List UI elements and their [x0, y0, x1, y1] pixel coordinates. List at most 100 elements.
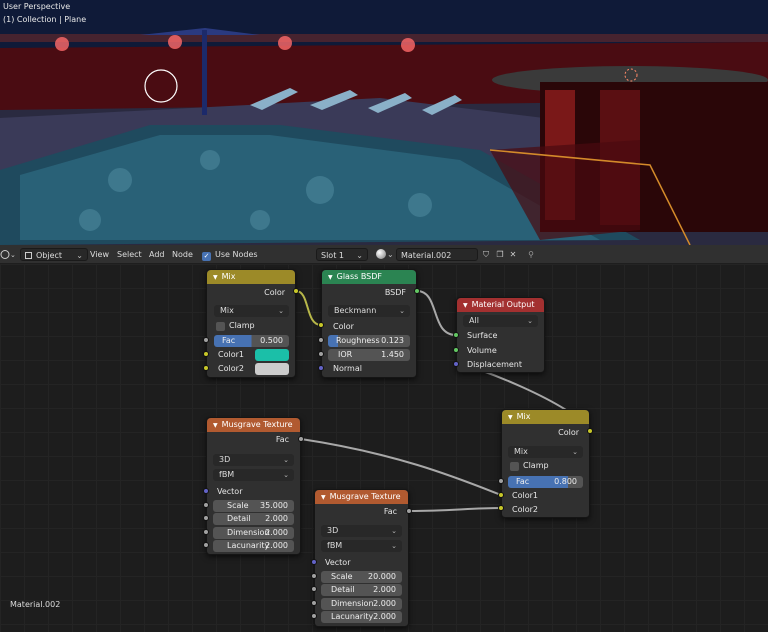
musgrave-texture-node-2[interactable]: ▼ Musgrave Texture Fac 3D ⌄ fBM ⌄ Vector Sc… — [314, 489, 409, 627]
object-mode-label: Object — [36, 251, 63, 260]
material-output-surface-socket[interactable] — [453, 332, 459, 338]
musgrave-1-lacunarity-socket[interactable] — [203, 542, 209, 548]
mix-node-2-color2-label: Color2 — [512, 505, 538, 514]
mix-node-2-fac-socket[interactable] — [498, 478, 504, 484]
shield-icon[interactable]: ⛉ — [480, 248, 492, 261]
menu-select[interactable]: Select — [117, 248, 142, 261]
use-nodes-label: Use Nodes — [215, 250, 258, 259]
musgrave-1-header[interactable]: ▼ Musgrave Texture — [207, 418, 300, 432]
musgrave-1-dimension-field[interactable]: Dimension 2.000 — [213, 527, 294, 539]
musgrave-1-vector-socket[interactable] — [203, 488, 209, 494]
pin-icon[interactable]: ⚲ — [525, 248, 537, 261]
object-mode-dropdown[interactable]: Object ⌄ — [20, 248, 88, 261]
node-editor-header: ⌄ Object ⌄ View Select Add Node ✓ Use Node… — [0, 245, 768, 264]
glass-color-label: Color — [333, 322, 354, 331]
mix-node-1-output-label: Color — [264, 288, 285, 297]
musgrave-1-scale-field[interactable]: Scale 35.000 — [213, 500, 294, 512]
close-icon[interactable]: ✕ — [507, 248, 519, 261]
editor-type-icon[interactable]: ⌄ — [0, 248, 16, 261]
mix-node-1-fac-field[interactable]: Fac 0.500 — [214, 335, 289, 347]
musgrave-1-lacunarity-field[interactable]: Lacunarity 2.000 — [213, 540, 294, 552]
mix-node-1-fac-socket[interactable] — [203, 337, 209, 343]
mix-node-2-color-output-socket[interactable] — [587, 428, 593, 434]
material-output-node[interactable]: ▼ Material Output All ⌄ Surface Volume Dis… — [456, 297, 545, 373]
glass-bsdf-output-socket[interactable] — [414, 288, 420, 294]
musgrave-1-dimension-socket[interactable] — [203, 529, 209, 535]
musgrave-texture-node-1[interactable]: ▼ Musgrave Texture Fac 3D ⌄ fBM ⌄ Vector Sc… — [206, 417, 301, 555]
viewport-title: User Perspective — [3, 2, 71, 11]
musgrave-1-detail-socket[interactable] — [203, 515, 209, 521]
musgrave-2-scale-socket[interactable] — [311, 573, 317, 579]
mix-node-1-color1-socket[interactable] — [203, 351, 209, 357]
musgrave-2-detail-socket[interactable] — [311, 586, 317, 592]
glass-bsdf-node[interactable]: ▼ Glass BSDF BSDF Beckmann ⌄ Color Roughne… — [321, 269, 417, 378]
viewport-scene — [0, 0, 768, 245]
slot-dropdown[interactable]: Slot 1 ⌄ — [316, 248, 368, 261]
glass-normal-label: Normal — [333, 364, 362, 373]
musgrave-2-scale-field[interactable]: Scale 20.000 — [321, 571, 402, 583]
musgrave-2-output-label: Fac — [383, 507, 397, 516]
mix-node-1-color1-label: Color1 — [218, 350, 244, 359]
mix-node-2-blend-dropdown[interactable]: Mix ⌄ — [508, 446, 583, 458]
mix-node-1-color2-socket[interactable] — [203, 365, 209, 371]
menu-add[interactable]: Add — [149, 248, 165, 261]
musgrave-1-fac-output-socket[interactable] — [298, 436, 304, 442]
musgrave-2-fac-output-socket[interactable] — [406, 508, 412, 514]
mix-node-2-color1-socket[interactable] — [498, 492, 504, 498]
musgrave-1-scale-socket[interactable] — [203, 502, 209, 508]
mix-node-1-color2-label: Color2 — [218, 364, 244, 373]
glass-roughness-socket[interactable] — [318, 337, 324, 343]
mix-node-1-blend-dropdown[interactable]: Mix ⌄ — [214, 305, 289, 317]
mix-node-2-fac-field[interactable]: Fac 0.800 — [508, 476, 583, 488]
musgrave-2-detail-field[interactable]: Detail 2.000 — [321, 584, 402, 596]
duplicate-icon[interactable]: ❐ — [494, 248, 506, 261]
link-glass-to-output — [416, 290, 457, 336]
mix-node-2-header[interactable]: ▼ Mix — [502, 410, 589, 424]
slot-label: Slot 1 — [321, 251, 344, 260]
musgrave-2-dimensions-dropdown[interactable]: 3D ⌄ — [321, 525, 402, 537]
mix-node-1-clamp-checkbox[interactable] — [216, 322, 225, 331]
musgrave-2-lacunarity-socket[interactable] — [311, 613, 317, 619]
material-name-field[interactable]: Material.002 — [396, 248, 478, 261]
glass-color-socket[interactable] — [318, 322, 324, 328]
glass-ior-field[interactable]: IOR 1.450 — [328, 349, 410, 361]
mix-node-1-color1-swatch[interactable] — [255, 349, 289, 361]
musgrave-2-header[interactable]: ▼ Musgrave Texture — [315, 490, 408, 504]
menu-node[interactable]: Node — [172, 248, 193, 261]
mix-node-1-color-output-socket[interactable] — [293, 288, 299, 294]
glass-roughness-field[interactable]: Roughness 0.123 — [328, 335, 410, 347]
mix-node-2[interactable]: ▼ Mix Color Mix ⌄ Clamp Fac 0.800 Color1 Co… — [501, 409, 590, 518]
musgrave-1-type-dropdown[interactable]: fBM ⌄ — [213, 469, 294, 481]
node-editor-canvas[interactable]: ▼ Mix Color Mix ⌄ Clamp Fac 0.500 Color1 Co… — [0, 264, 768, 632]
use-nodes-toggle[interactable]: ✓ Use Nodes — [202, 248, 258, 261]
material-output-target-dropdown[interactable]: All ⌄ — [463, 315, 538, 327]
mix-node-2-color2-socket[interactable] — [498, 505, 504, 511]
material-output-volume-label: Volume — [467, 346, 497, 355]
glass-ior-socket[interactable] — [318, 351, 324, 357]
link-musgrave2-to-mix2 — [408, 507, 502, 512]
material-browse-button[interactable]: ⌄ — [376, 248, 396, 261]
viewport-collection-label: (1) Collection | Plane — [3, 15, 87, 24]
musgrave-1-detail-field[interactable]: Detail 2.000 — [213, 513, 294, 525]
glass-normal-socket[interactable] — [318, 365, 324, 371]
musgrave-2-vector-socket[interactable] — [311, 559, 317, 565]
mix-node-1-color2-swatch[interactable] — [255, 363, 289, 375]
mix-node-2-clamp-checkbox[interactable] — [510, 462, 519, 471]
musgrave-1-dimensions-dropdown[interactable]: 3D ⌄ — [213, 454, 294, 466]
menu-view[interactable]: View — [90, 248, 109, 261]
material-output-volume-socket[interactable] — [453, 347, 459, 353]
active-material-label: Material.002 — [10, 600, 61, 609]
mix-node-1-clamp-label: Clamp — [229, 321, 255, 330]
glass-bsdf-header[interactable]: ▼ Glass BSDF — [322, 270, 416, 284]
glass-bsdf-output-label: BSDF — [384, 288, 406, 297]
material-output-header[interactable]: ▼ Material Output — [457, 298, 544, 312]
musgrave-2-dimension-field[interactable]: Dimension 2.000 — [321, 598, 402, 610]
musgrave-2-lacunarity-field[interactable]: Lacunarity 2.000 — [321, 611, 402, 623]
glass-distribution-dropdown[interactable]: Beckmann ⌄ — [328, 305, 410, 317]
mix-node-1[interactable]: ▼ Mix Color Mix ⌄ Clamp Fac 0.500 Color1 Co… — [206, 269, 296, 378]
musgrave-2-dimension-socket[interactable] — [311, 600, 317, 606]
musgrave-2-type-dropdown[interactable]: fBM ⌄ — [321, 540, 402, 552]
material-output-displacement-socket[interactable] — [453, 361, 459, 367]
mix-node-1-header[interactable]: ▼ Mix — [207, 270, 295, 284]
3d-viewport[interactable]: User Perspective (1) Collection | Plane — [0, 0, 768, 245]
